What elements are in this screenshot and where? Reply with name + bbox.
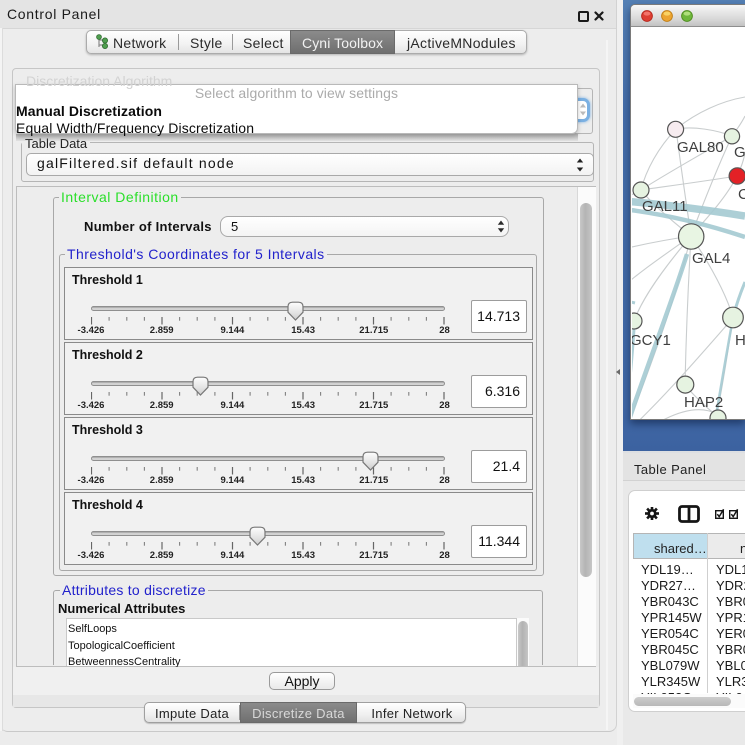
svg-text:H: H (735, 332, 745, 349)
svg-text:C: C (738, 186, 745, 203)
svg-text:GAL80: GAL80 (677, 139, 724, 156)
svg-text:HAP2: HAP2 (684, 394, 723, 411)
svg-text:GAL11: GAL11 (642, 198, 688, 215)
svg-text:GAL4: GAL4 (692, 250, 730, 267)
svg-text:GA: GA (734, 144, 745, 161)
svg-text:GCY1: GCY1 (632, 332, 671, 349)
